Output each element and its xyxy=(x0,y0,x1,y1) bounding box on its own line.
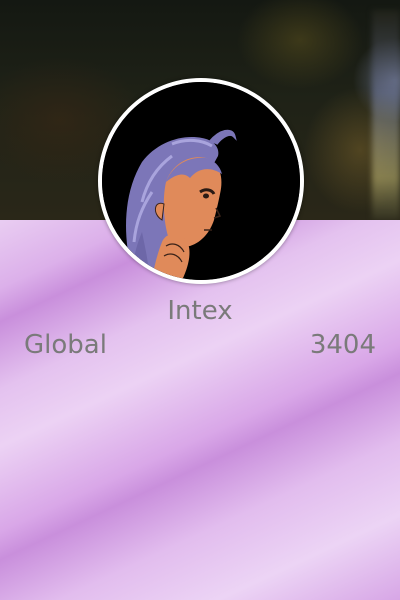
global-rank-value: 3404 xyxy=(309,330,376,360)
username-label: Intex xyxy=(167,296,233,326)
global-rank-label: Global xyxy=(24,330,107,360)
avatar[interactable] xyxy=(98,78,304,284)
banner-light-streak xyxy=(372,10,400,220)
anime-girl-portrait-icon xyxy=(102,82,300,280)
